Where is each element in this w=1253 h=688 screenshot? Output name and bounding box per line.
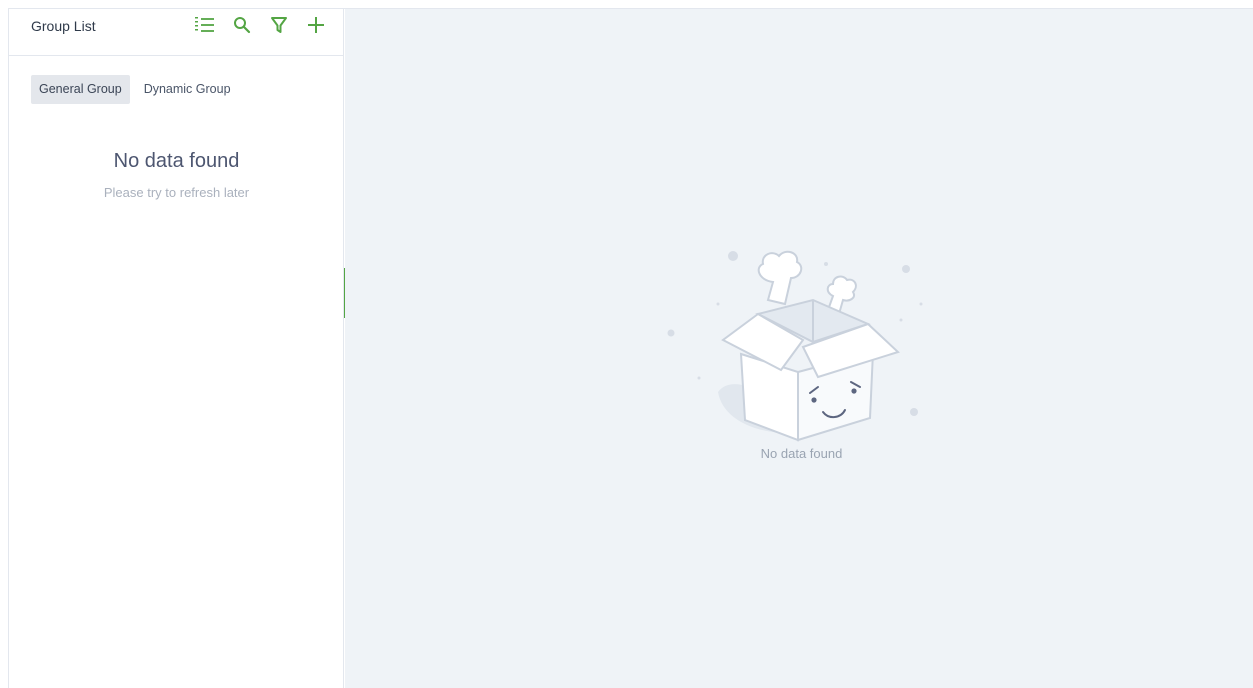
main-empty-text: No data found xyxy=(760,446,843,461)
empty-box-icon xyxy=(663,242,933,442)
main-content: No data found xyxy=(345,9,1253,688)
sidebar-empty-state: No data found Please try to refresh late… xyxy=(9,150,344,200)
panel-toolbar xyxy=(194,14,327,36)
tab-dynamic-group[interactable]: Dynamic Group xyxy=(136,75,239,104)
empty-subtitle: Please try to refresh later xyxy=(103,185,250,200)
panel-title: Group List xyxy=(31,18,96,34)
group-type-tabs: General Group Dynamic Group xyxy=(31,75,239,104)
empty-title: No data found xyxy=(113,150,240,172)
tab-general-group[interactable]: General Group xyxy=(31,75,130,104)
filter-icon[interactable] xyxy=(268,14,290,36)
search-icon[interactable] xyxy=(231,14,253,36)
sort-list-icon[interactable] xyxy=(194,14,216,36)
group-list-panel: Group List General Group Dynamic Group N… xyxy=(9,9,344,688)
panel-header: Group List xyxy=(9,9,343,56)
plus-icon[interactable] xyxy=(305,14,327,36)
app-frame: Group List General Group Dynamic Group N… xyxy=(0,0,1253,688)
